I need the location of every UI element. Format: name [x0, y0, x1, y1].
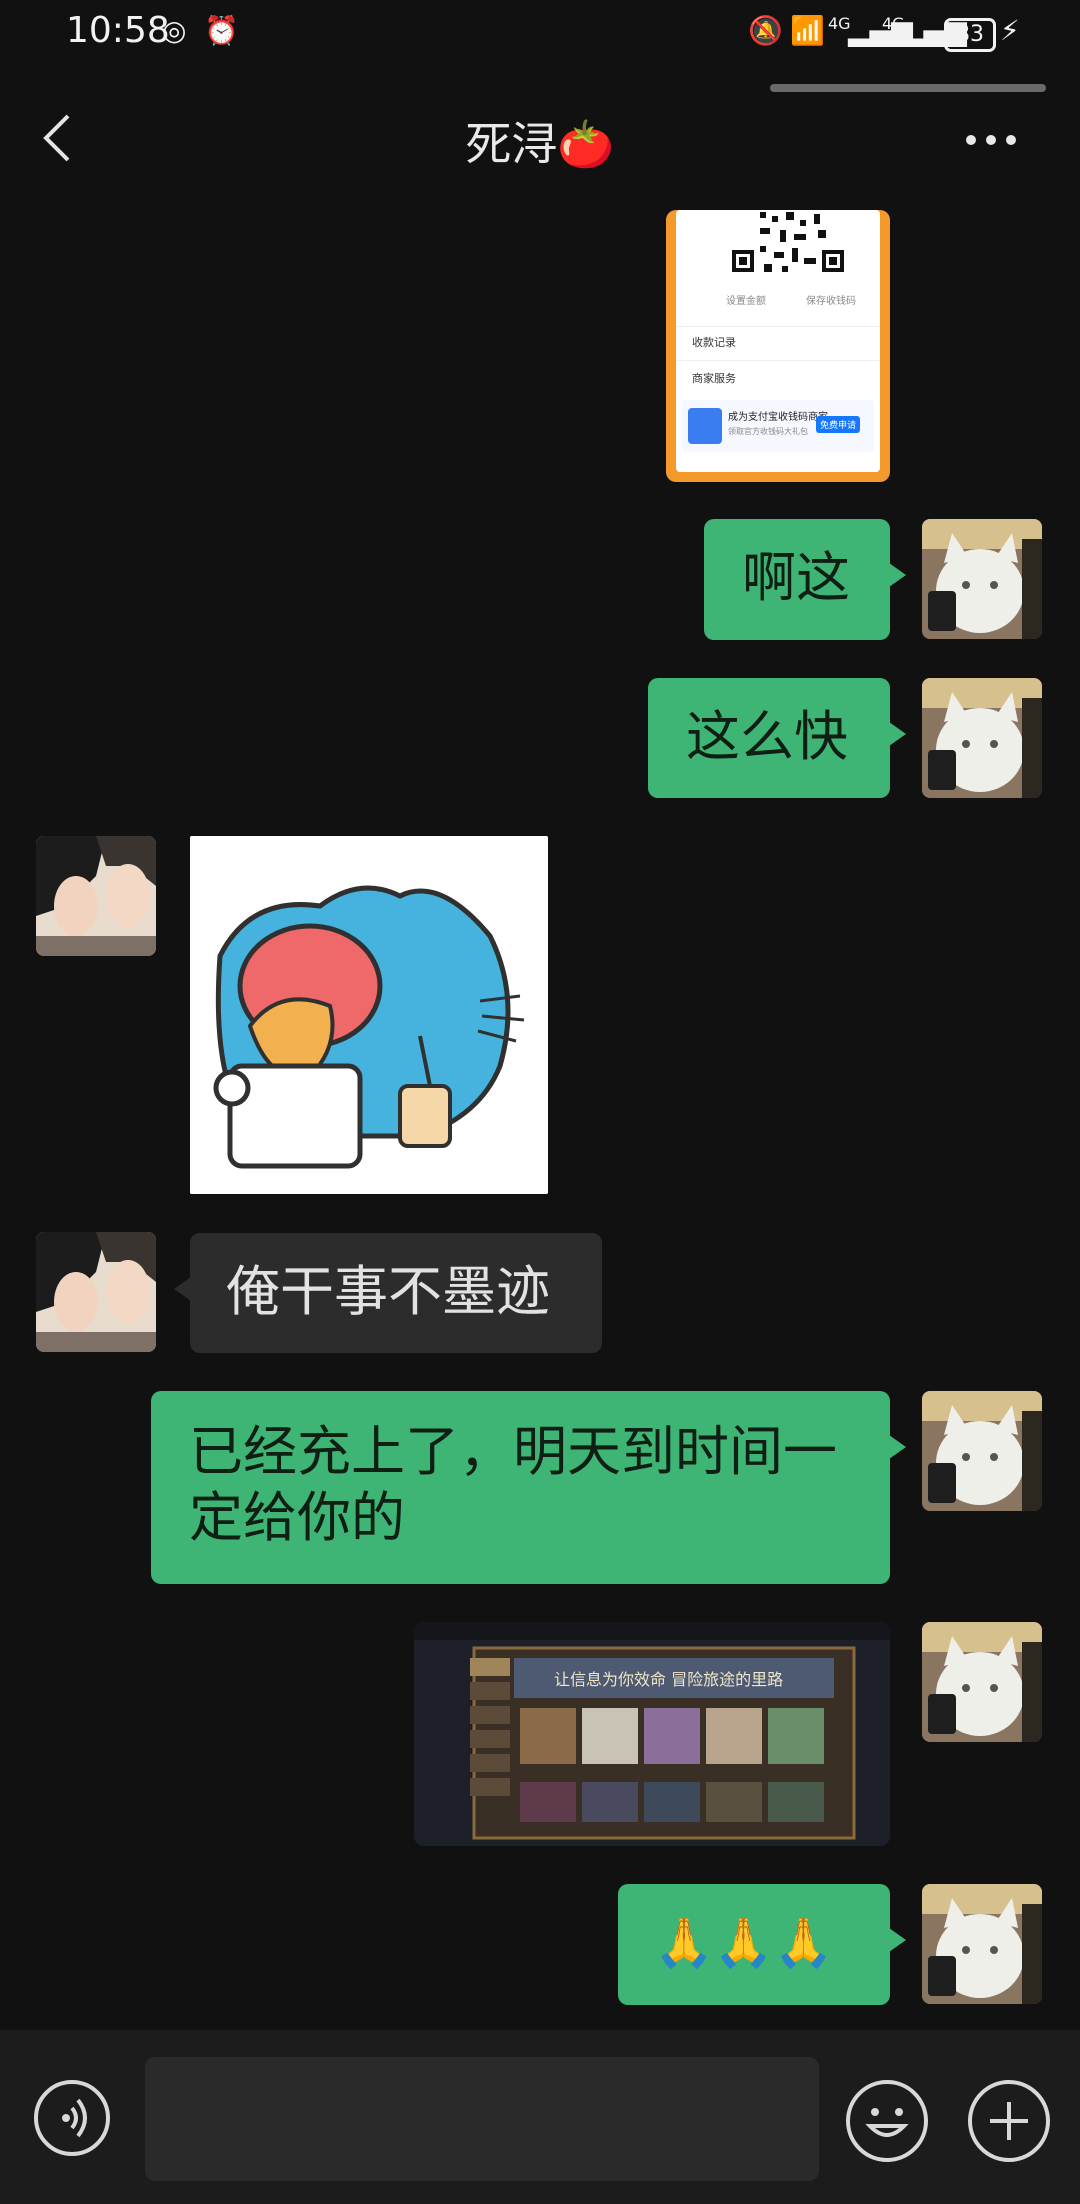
image-message-payment[interactable]: 设置金额 保存收钱码 收款记录 商家服务 成为支付宝收钱码商家 领取官方收钱码大…: [666, 210, 890, 482]
anime-couple-avatar-icon: [36, 836, 156, 956]
qr-code-icon: [730, 210, 846, 274]
wifi-icon: 📶: [790, 14, 825, 47]
message-bubble-me[interactable]: 已经充上了，明天到时间一定给你的: [151, 1391, 906, 1584]
message-input[interactable]: [145, 2057, 819, 2181]
charging-icon: ⚡: [1000, 14, 1020, 47]
my-avatar[interactable]: [922, 678, 1042, 798]
promo-apply-button: 免费申请: [816, 416, 861, 433]
status-bar: 10:58 ◎ ⏰ 🔕 📶 4G ▂▄▆ 4G ▂▄▆ 83 ⚡: [0, 0, 1080, 70]
white-cat-avatar-icon: [922, 1622, 1042, 1742]
emoji-button[interactable]: [846, 2080, 928, 2162]
my-avatar[interactable]: [922, 1884, 1042, 2004]
white-cat-avatar-icon: [922, 678, 1042, 798]
message-bubble-me[interactable]: 🙏🙏🙏: [618, 1884, 906, 2005]
message-text: 啊这: [742, 546, 850, 609]
promo-title: 成为支付宝收钱码商家: [728, 412, 828, 423]
message-bubble-me[interactable]: 啊这: [704, 519, 906, 640]
contact-avatar[interactable]: [36, 836, 156, 956]
qr-label-save: 保存收钱码: [806, 296, 856, 307]
message-text: 已经充上了，明天到时间一定给你的: [189, 1420, 837, 1549]
message-bubble-other[interactable]: 俺干事不墨迹: [174, 1233, 602, 1353]
message-text: 🙏🙏🙏: [654, 1915, 834, 1971]
chat-title: 死浔🍅: [465, 117, 615, 171]
voice-input-button[interactable]: [34, 2080, 110, 2156]
my-avatar[interactable]: [922, 519, 1042, 639]
my-avatar[interactable]: [922, 1622, 1042, 1742]
sticker-message[interactable]: [190, 836, 548, 1194]
row-merchant-service: 商家服务: [692, 372, 736, 385]
game-store-screenshot-icon: [414, 1622, 890, 1846]
battery-indicator: 83: [944, 18, 996, 52]
qr-label-amount: 设置金额: [726, 296, 766, 307]
white-cat-avatar-icon: [922, 1884, 1042, 2004]
plus-icon: [990, 2102, 1028, 2140]
mute-icon: 🔕: [748, 14, 783, 47]
anime-couple-avatar-icon: [36, 1232, 156, 1352]
white-cat-avatar-icon: [922, 1391, 1042, 1511]
merchant-promo-icon: [688, 408, 722, 444]
message-bubble-me[interactable]: 这么快: [648, 678, 906, 798]
voice-icon: [62, 2098, 87, 2138]
message-text: 这么快: [686, 705, 848, 768]
my-avatar[interactable]: [922, 1391, 1042, 1511]
promo-subtitle: 领取官方收钱码大礼包: [728, 427, 808, 436]
row-receipt-records: 收款记录: [692, 336, 736, 349]
message-text: 俺干事不墨迹: [226, 1260, 550, 1323]
top-indicator-bar: [770, 84, 1046, 92]
alarm-icon: ⏰: [204, 14, 239, 47]
contact-avatar[interactable]: [36, 1232, 156, 1352]
white-cat-avatar-icon: [922, 519, 1042, 639]
data-usage-icon: ◎: [162, 14, 187, 47]
smiley-icon: [865, 2108, 909, 2137]
more-functions-button[interactable]: [968, 2080, 1050, 2162]
more-dots-icon: [966, 135, 976, 145]
more-options-button[interactable]: [956, 120, 1026, 160]
blue-cat-sticker-icon: [190, 836, 548, 1194]
image-message-game[interactable]: 让信息为你效命 冒险旅途的里路: [414, 1622, 890, 1846]
game-banner-text: 让信息为你效命 冒险旅途的里路: [554, 1670, 784, 1689]
status-time: 10:58: [66, 10, 170, 51]
